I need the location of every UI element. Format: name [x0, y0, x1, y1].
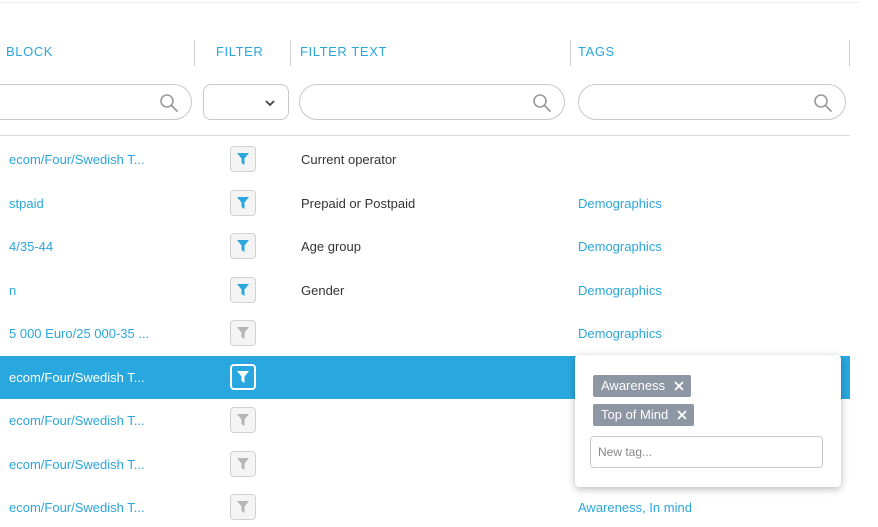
row-tags-link[interactable]: Awareness, In mind [578, 486, 838, 527]
header-divider [0, 135, 850, 136]
row-tags-link[interactable]: Demographics [578, 182, 838, 225]
filter-toggle-button[interactable] [230, 363, 256, 390]
row-block-link[interactable]: n [9, 269, 189, 312]
row-filter-text [301, 312, 561, 355]
row-tags-link[interactable]: Demographics [578, 312, 838, 355]
row-block-link[interactable]: ecom/Four/Swedish T... [9, 356, 189, 399]
row-filter-text: Current operator [301, 152, 397, 167]
block-search-input[interactable] [0, 84, 192, 120]
funnel-icon [237, 501, 249, 513]
row-tags-link[interactable] [578, 138, 838, 181]
tag-chip: Awareness [593, 375, 692, 397]
row-block-link[interactable]: ecom/Four/Swedish T... [9, 399, 189, 442]
funnel-icon [237, 153, 249, 165]
row-block-link[interactable]: stpaid [9, 182, 189, 225]
filter-toggle-button[interactable] [230, 320, 256, 346]
column-header-block[interactable]: BLOCK [6, 44, 53, 59]
filter-toggle-button[interactable] [230, 233, 256, 259]
table-row[interactable]: 4/35-44 Age group Demographics [0, 225, 850, 268]
row-filter-text: Age group [301, 239, 361, 254]
table-row[interactable]: n Gender Demographics [0, 269, 850, 312]
table-row[interactable]: ecom/Four/Swedish T... Awareness, In mind [0, 486, 850, 527]
row-tags-link[interactable]: Demographics [578, 225, 838, 268]
row-block-link[interactable]: ecom/Four/Swedish T... [9, 443, 189, 486]
filter-text-search-input[interactable] [299, 84, 565, 120]
column-divider[interactable] [570, 40, 571, 66]
column-header-filter-text[interactable]: FILTER TEXT [300, 44, 387, 59]
row-block-link[interactable]: ecom/Four/Swedish T... [9, 486, 189, 527]
row-block-link[interactable]: 4/35-44 [9, 225, 189, 268]
funnel-icon [237, 457, 249, 470]
row-filter-text: Prepaid or Postpaid [301, 195, 416, 211]
search-icon [533, 94, 551, 112]
filter-toggle-button[interactable] [230, 450, 256, 477]
table-row[interactable]: ecom/Four/Swedish T... Current operator [0, 138, 850, 181]
filter-select[interactable] [203, 84, 289, 120]
close-icon[interactable] [673, 380, 685, 392]
column-header-tags[interactable]: TAGS [578, 44, 615, 59]
row-block-link[interactable]: ecom/Four/Swedish T... [9, 138, 189, 181]
new-tag-input[interactable] [590, 436, 823, 468]
column-divider[interactable] [290, 40, 291, 66]
chevron-down-icon [265, 100, 275, 107]
funnel-icon [237, 327, 249, 339]
top-divider [0, 2, 860, 3]
filter-toggle-button[interactable] [230, 494, 256, 520]
funnel-icon [237, 414, 249, 426]
row-filter-text [301, 443, 561, 486]
table-row[interactable]: stpaid Prepaid or Postpaid Demographics [0, 182, 850, 225]
filter-toggle-button[interactable] [230, 189, 256, 216]
search-icon [814, 94, 832, 112]
row-filter-text: Gender [301, 282, 345, 298]
column-header-filter[interactable]: FILTER [216, 44, 263, 59]
tag-chip-label: Awareness [601, 378, 666, 393]
funnel-icon [237, 370, 249, 383]
tag-chip: Top of Mind [593, 404, 695, 426]
tag-editor-popup: Awareness Top of Mind [575, 355, 841, 487]
filter-toggle-button[interactable] [230, 146, 256, 172]
filter-toggle-button[interactable] [230, 276, 256, 303]
funnel-icon [237, 283, 249, 296]
table-row[interactable]: 5 000 Euro/25 000-35 ... Demographics [0, 312, 850, 355]
search-icon [160, 94, 178, 112]
filter-toggle-button[interactable] [230, 407, 256, 433]
row-filter-text [301, 356, 561, 399]
row-filter-text [301, 486, 561, 527]
tags-search-input[interactable] [578, 84, 846, 120]
column-divider[interactable] [194, 40, 195, 66]
close-icon[interactable] [676, 409, 688, 421]
funnel-icon [237, 240, 249, 252]
row-block-link[interactable]: 5 000 Euro/25 000-35 ... [9, 312, 189, 355]
row-filter-text [301, 399, 561, 442]
tag-chip-label: Top of Mind [601, 407, 669, 422]
column-divider[interactable] [849, 40, 850, 66]
funnel-icon [237, 196, 249, 209]
row-tags-link[interactable]: Demographics [578, 269, 838, 312]
